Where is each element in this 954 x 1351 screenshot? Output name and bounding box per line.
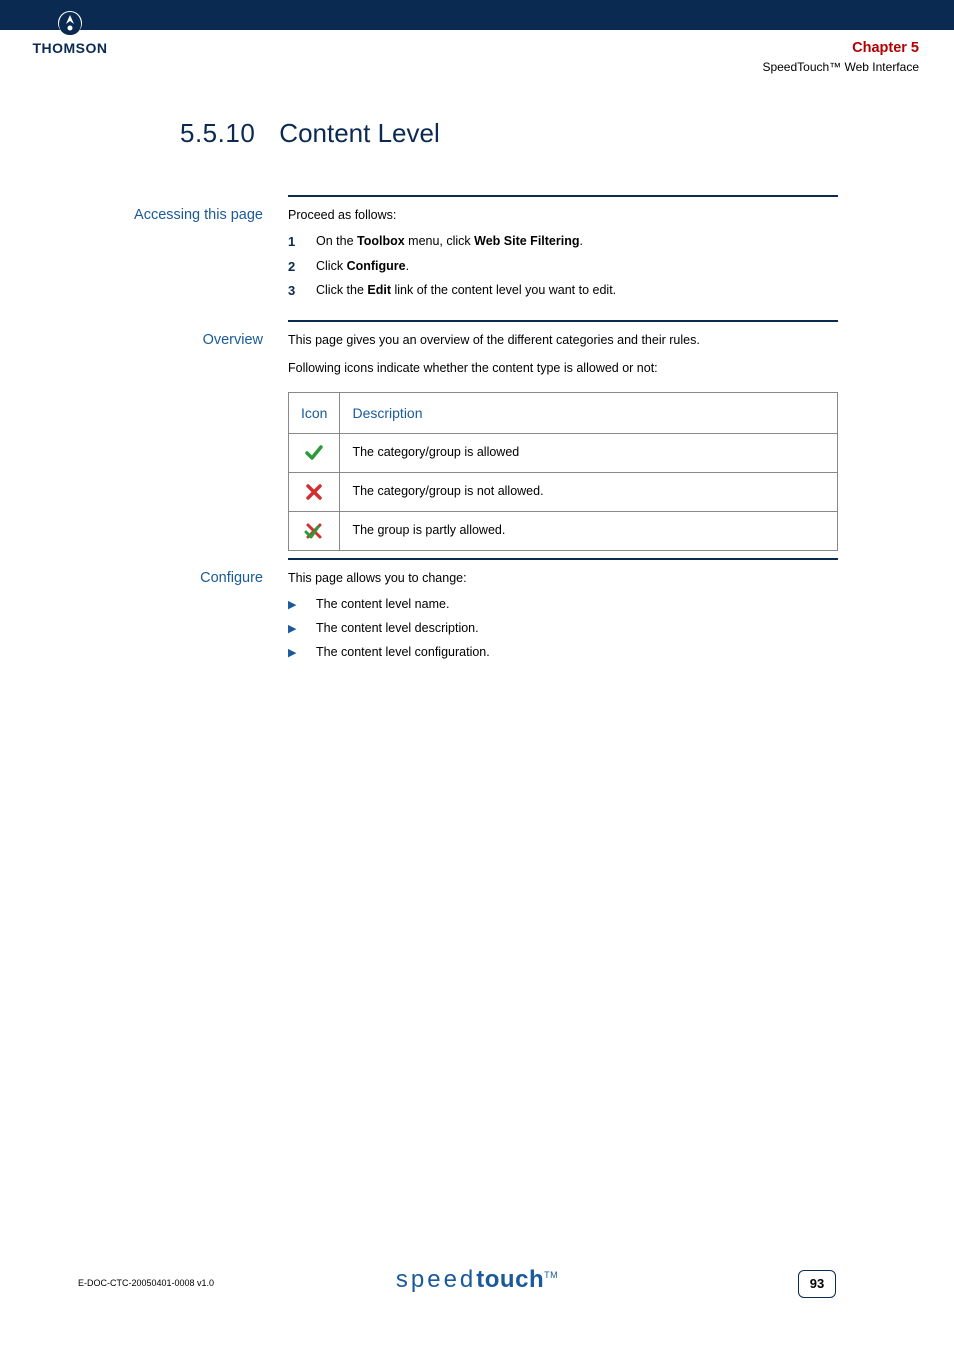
bullet-icon: ▶ bbox=[288, 642, 316, 664]
configure-intro: This page allows you to change: bbox=[288, 571, 467, 585]
footer-logo-tm: TM bbox=[544, 1270, 558, 1280]
step-item: 3 Click the Edit link of the content lev… bbox=[288, 280, 838, 303]
table-cell-desc: The category/group is allowed bbox=[340, 434, 838, 473]
step-text: Click the Edit link of the content level… bbox=[316, 280, 838, 303]
bullet-icon: ▶ bbox=[288, 618, 316, 640]
brand-text: THOMSON bbox=[25, 40, 115, 56]
list-item-text: The content level name. bbox=[316, 594, 449, 616]
footer-logo: speedtouchTM bbox=[396, 1266, 558, 1294]
step-number: 3 bbox=[288, 280, 316, 303]
bullet-icon: ▶ bbox=[288, 594, 316, 616]
partial-icon bbox=[304, 521, 324, 541]
step-text: On the Toolbox menu, click Web Site Filt… bbox=[316, 231, 838, 254]
section-divider bbox=[288, 558, 838, 560]
page-title: 5.5.10 Content Level bbox=[180, 118, 440, 149]
overview-para1: This page gives you an overview of the d… bbox=[288, 330, 838, 352]
page-title-number: 5.5.10 bbox=[180, 118, 255, 149]
partly-allowed-icon-cell bbox=[289, 512, 340, 551]
page-header: Chapter 5 SpeedTouch™ Web Interface bbox=[762, 40, 919, 74]
section-divider bbox=[288, 195, 838, 197]
table-cell-desc: The category/group is not allowed. bbox=[340, 473, 838, 512]
footer-docid: E-DOC-CTC-20050401-0008 v1.0 bbox=[78, 1278, 214, 1288]
step-text: Click Configure. bbox=[316, 256, 838, 279]
overview-para2: Following icons indicate whether the con… bbox=[288, 358, 838, 380]
section-label-accessing: Accessing this page bbox=[118, 205, 288, 225]
step-number: 2 bbox=[288, 256, 316, 279]
steps-list: 1 On the Toolbox menu, click Web Site Fi… bbox=[288, 231, 838, 303]
list-item-text: The content level description. bbox=[316, 618, 479, 640]
step-item: 2 Click Configure. bbox=[288, 256, 838, 279]
section-divider bbox=[288, 320, 838, 322]
list-item: ▶ The content level name. bbox=[288, 594, 838, 616]
chapter-subtitle: SpeedTouch™ Web Interface bbox=[762, 60, 919, 74]
top-bar bbox=[0, 0, 954, 30]
icon-description-table: Icon Description The category/group is a… bbox=[288, 392, 838, 551]
thomson-mark-icon bbox=[57, 10, 83, 38]
brand-logo: THOMSON bbox=[25, 10, 115, 56]
not-allowed-icon-cell bbox=[289, 473, 340, 512]
table-cell-desc: The group is partly allowed. bbox=[340, 512, 838, 551]
table-row: The category/group is not allowed. bbox=[289, 473, 838, 512]
section-label-configure: Configure bbox=[118, 568, 288, 588]
table-row: The group is partly allowed. bbox=[289, 512, 838, 551]
configure-list: ▶ The content level name. ▶ The content … bbox=[288, 594, 838, 664]
page-title-text: Content Level bbox=[279, 118, 439, 149]
page-number: 93 bbox=[798, 1270, 836, 1298]
check-icon bbox=[304, 443, 324, 463]
footer-logo-thin: speed bbox=[396, 1266, 476, 1293]
section-accessing: Accessing this page Proceed as follows: … bbox=[118, 195, 838, 305]
table-header-desc: Description bbox=[340, 392, 838, 434]
allowed-icon-cell bbox=[289, 434, 340, 473]
step-item: 1 On the Toolbox menu, click Web Site Fi… bbox=[288, 231, 838, 254]
list-item: ▶ The content level description. bbox=[288, 618, 838, 640]
footer-logo-bold: touch bbox=[476, 1266, 544, 1293]
table-row: The category/group is allowed bbox=[289, 434, 838, 473]
section-overview: Overview This page gives you an overview… bbox=[118, 320, 838, 551]
list-item-text: The content level configuration. bbox=[316, 642, 490, 664]
table-header-icon: Icon bbox=[289, 392, 340, 434]
cross-icon bbox=[304, 482, 324, 502]
table-header-row: Icon Description bbox=[289, 392, 838, 434]
section-label-overview: Overview bbox=[118, 330, 288, 350]
step-number: 1 bbox=[288, 231, 316, 254]
accessing-intro: Proceed as follows: bbox=[288, 208, 396, 222]
list-item: ▶ The content level configuration. bbox=[288, 642, 838, 664]
chapter-label: Chapter 5 bbox=[762, 40, 919, 56]
section-configure: Configure This page allows you to change… bbox=[118, 558, 838, 666]
